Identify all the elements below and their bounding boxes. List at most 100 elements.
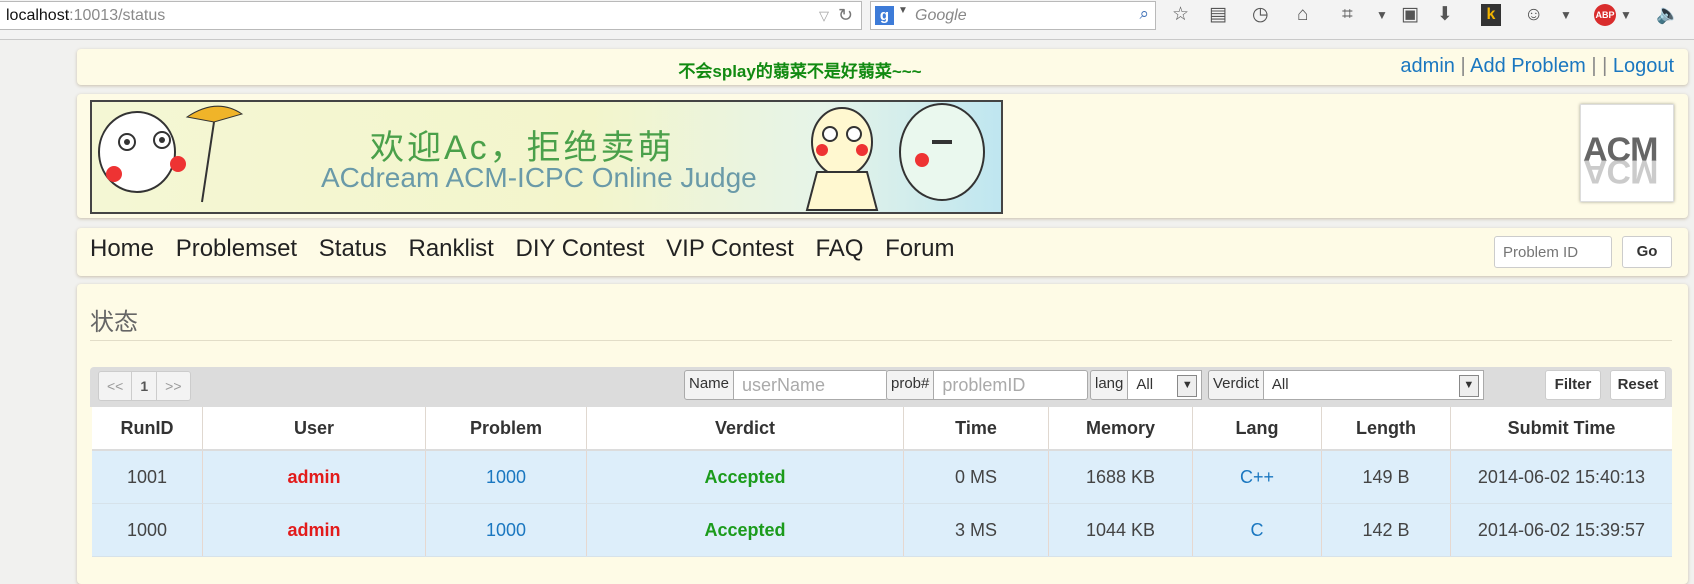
verdict-select-value: All (1271, 376, 1289, 393)
home-icon[interactable]: ⌂ (1297, 4, 1308, 26)
table-row: 1001 admin 1000 Accepted 0 MS 1688 KB C+… (92, 450, 1672, 504)
reading-list-icon[interactable]: ▤ (1209, 4, 1227, 26)
col-runid[interactable]: RunID (92, 407, 203, 451)
site-motto: 不会splay的蒻菜不是好蒻菜~~~ (678, 62, 922, 81)
filter-button[interactable]: Filter (1545, 370, 1601, 400)
nav-forum[interactable]: Forum (885, 235, 954, 262)
user-links: admin | Add Problem | | Logout (1400, 55, 1674, 78)
username-input[interactable]: userName (734, 370, 889, 400)
engine-dropdown-icon[interactable]: ▼ (898, 5, 908, 16)
separator: | | (1591, 55, 1608, 77)
cell-runid: 1000 (92, 503, 203, 557)
banner-subtitle: ACdream ACM-ICPC Online Judge (321, 162, 757, 193)
reset-button[interactable]: Reset (1610, 370, 1666, 400)
top-bar: 不会splay的蒻菜不是好蒻菜~~~ admin | Add Problem |… (77, 49, 1688, 85)
next-page-button[interactable]: >> (157, 372, 189, 400)
nav-vip-contest[interactable]: VIP Contest (666, 235, 794, 262)
cell-problem-link[interactable]: 1000 (425, 503, 587, 557)
k-extension-icon[interactable]: k (1481, 4, 1501, 26)
add-problem-link[interactable]: Add Problem (1470, 55, 1586, 77)
separator: | (1460, 55, 1466, 77)
pagination: << 1 >> (98, 371, 191, 401)
status-panel: 状态 << 1 >> Name userName prob# problemID… (77, 284, 1688, 584)
acm-logo-reflection: ACM (1583, 152, 1658, 190)
chevron-down-icon[interactable]: ▼ (1177, 375, 1198, 397)
lang-select[interactable]: All ▼ (1128, 370, 1203, 400)
prob-filter-label: prob# (886, 370, 935, 400)
face-extension-icon[interactable]: ☺ (1524, 4, 1543, 26)
nav-problemset[interactable]: Problemset (176, 235, 297, 262)
page-title: 状态 (90, 309, 138, 336)
cell-submit-time: 2014-06-02 15:39:57 (1450, 503, 1672, 557)
chevron-down-icon[interactable]: ▼ (1458, 375, 1479, 397)
prev-page-button[interactable]: << (99, 372, 133, 400)
col-lang[interactable]: Lang (1192, 407, 1322, 451)
col-submit-time[interactable]: Submit Time (1450, 407, 1672, 451)
browser-toolbar: localhost:10013/status ▽ ↻ g ▼ Google ⌕ … (0, 0, 1694, 40)
title-divider (90, 340, 1672, 341)
current-page[interactable]: 1 (132, 372, 158, 400)
verdict-select[interactable]: All ▼ (1263, 370, 1484, 400)
cell-length: 149 B (1321, 450, 1451, 504)
cell-problem-link[interactable]: 1000 (425, 450, 587, 504)
name-filter-label: Name (684, 370, 735, 400)
cell-lang-link[interactable]: C (1192, 503, 1322, 557)
history-dropdown-icon[interactable]: ▽ (819, 2, 829, 29)
lang-filter: lang All ▼ (1090, 370, 1203, 400)
lang-select-value: All (1136, 376, 1154, 393)
search-bar[interactable]: g ▼ Google ⌕ (870, 1, 1156, 30)
col-length[interactable]: Length (1321, 407, 1451, 451)
cell-memory: 1044 KB (1048, 503, 1193, 557)
status-table: RunID User Problem Verdict Time Memory L… (92, 407, 1672, 557)
reload-icon[interactable]: ↻ (838, 2, 853, 29)
google-engine-icon[interactable]: g (875, 6, 894, 25)
cell-lang-link[interactable]: C++ (1192, 450, 1322, 504)
address-bar[interactable]: localhost:10013/status ▽ ↻ (0, 1, 862, 30)
url-path: :10013/status (69, 7, 166, 24)
logout-link[interactable]: Logout (1613, 55, 1674, 77)
crop-dropdown-icon[interactable]: ▼ (1376, 4, 1388, 26)
cell-memory: 1688 KB (1048, 450, 1193, 504)
go-button[interactable]: Go (1622, 236, 1672, 268)
cartoon-dolls-icon (805, 103, 985, 211)
acm-logo: ACM ACM (1580, 104, 1674, 202)
bookmark-star-icon[interactable]: ☆ (1172, 4, 1189, 26)
name-filter: Name userName (684, 370, 889, 400)
adblock-dropdown-icon[interactable]: ▼ (1620, 4, 1632, 26)
cell-user-link[interactable]: admin (202, 450, 426, 504)
lang-filter-label: lang (1090, 370, 1129, 400)
download-icon[interactable]: ⬇ (1437, 4, 1453, 26)
url-host: localhost (6, 7, 70, 24)
col-user[interactable]: User (202, 407, 426, 451)
col-time[interactable]: Time (903, 407, 1049, 451)
nav-status[interactable]: Status (319, 235, 387, 262)
col-memory[interactable]: Memory (1048, 407, 1193, 451)
cell-user-link[interactable]: admin (202, 503, 426, 557)
face-dropdown-icon[interactable]: ▼ (1560, 4, 1572, 26)
screenshot-icon[interactable]: ▣ (1401, 4, 1419, 26)
site-banner[interactable]: 欢迎Ac，拒绝卖萌 ACdream ACM-ICPC Online Judge (90, 100, 1003, 214)
nav-home[interactable]: Home (90, 235, 154, 262)
col-problem[interactable]: Problem (425, 407, 587, 451)
cell-verdict: Accepted (586, 503, 904, 557)
crop-icon[interactable]: ⌗ (1342, 4, 1353, 26)
verdict-filter-label: Verdict (1208, 370, 1264, 400)
search-icon[interactable]: ⌕ (1139, 4, 1149, 24)
filter-bar: << 1 >> Name userName prob# problemID la… (90, 367, 1672, 407)
prob-filter: prob# problemID (886, 370, 1089, 400)
volume-icon[interactable]: 🔈 (1656, 4, 1680, 26)
user-link[interactable]: admin (1400, 55, 1454, 77)
adblock-icon[interactable]: ABP (1594, 4, 1616, 26)
cell-time: 0 MS (903, 450, 1049, 504)
history-icon[interactable]: ◷ (1252, 4, 1269, 26)
search-placeholder: Google (915, 7, 967, 24)
cell-runid: 1001 (92, 450, 203, 504)
col-verdict[interactable]: Verdict (586, 407, 904, 451)
problem-id-filter-input[interactable]: problemID (934, 370, 1089, 400)
nav-panel: Home Problemset Status Ranklist DIY Cont… (77, 228, 1688, 276)
table-header-row: RunID User Problem Verdict Time Memory L… (92, 407, 1672, 451)
nav-faq[interactable]: FAQ (815, 235, 863, 262)
problem-id-input[interactable] (1494, 236, 1612, 268)
nav-diy-contest[interactable]: DIY Contest (516, 235, 645, 262)
nav-ranklist[interactable]: Ranklist (408, 235, 493, 262)
